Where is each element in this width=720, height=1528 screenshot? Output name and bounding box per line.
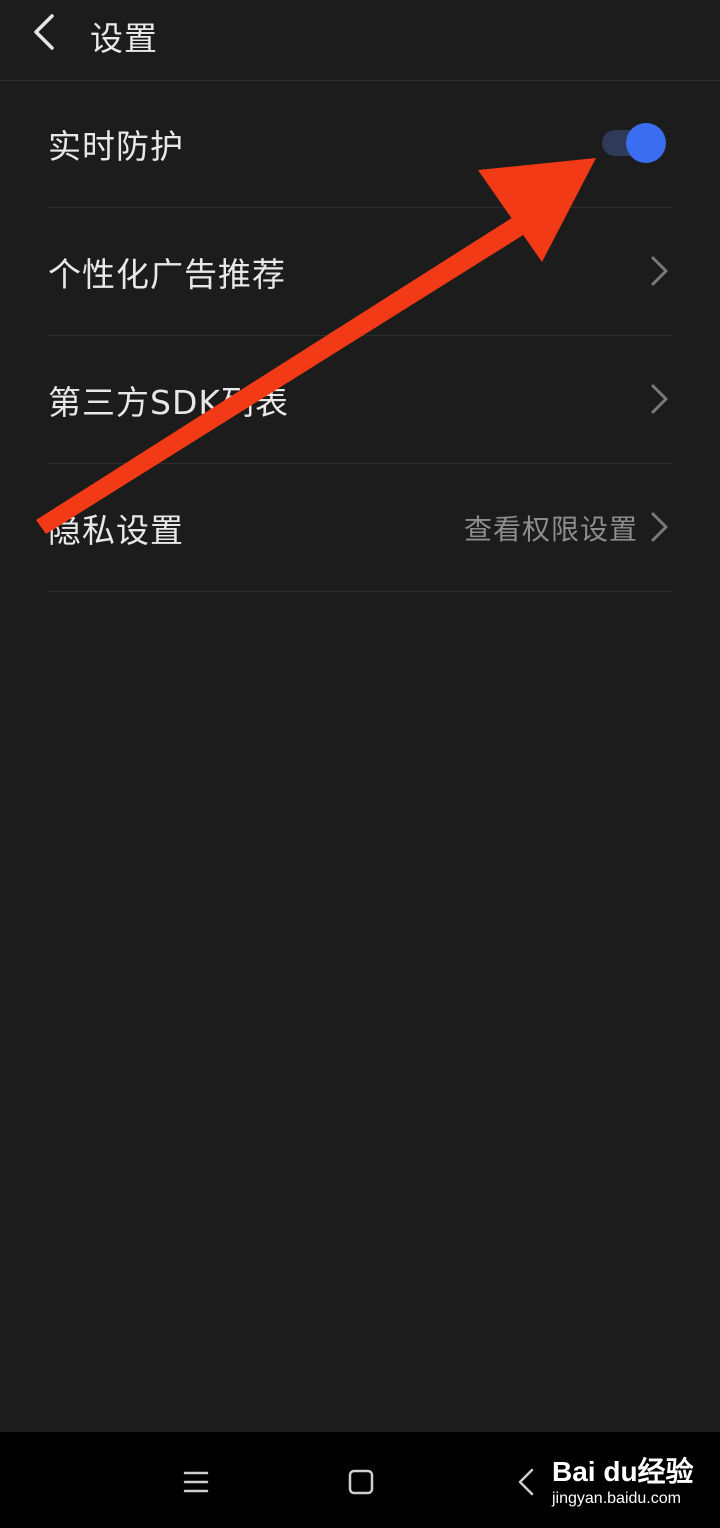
watermark-brand: Bai du经验 bbox=[552, 1456, 694, 1487]
back-button[interactable] bbox=[24, 8, 68, 56]
chevron-right-icon bbox=[651, 512, 668, 542]
setting-row-realtime-protection: 实时防护 bbox=[48, 80, 672, 208]
realtime-protection-toggle[interactable] bbox=[602, 123, 666, 163]
setting-row-personalized-ads[interactable]: 个性化广告推荐 bbox=[48, 208, 672, 336]
chevron-right-icon bbox=[651, 256, 668, 286]
system-back-button[interactable] bbox=[508, 1462, 548, 1502]
toggle-knob bbox=[626, 123, 666, 163]
setting-label: 隐私设置 bbox=[48, 511, 184, 550]
page-title: 设置 bbox=[90, 19, 158, 58]
top-bar: 设置 bbox=[0, 0, 720, 81]
chevron-right-icon bbox=[651, 384, 668, 414]
back-chevron-icon bbox=[34, 14, 54, 50]
baidu-jingyan-watermark: Bai du经验 jingyan.baidu.com bbox=[552, 1450, 712, 1520]
recent-apps-button[interactable] bbox=[176, 1462, 216, 1502]
watermark-url: jingyan.baidu.com bbox=[552, 1490, 681, 1507]
settings-screen: 设置 实时防护 个性化广告推荐 第三方SDK列表 隐私设置 查看权限设置 Bai… bbox=[0, 0, 720, 1528]
setting-label: 第三方SDK列表 bbox=[48, 383, 289, 422]
system-nav-bar: Bai du经验 jingyan.baidu.com bbox=[0, 1432, 720, 1528]
home-square-icon bbox=[348, 1469, 374, 1495]
setting-label: 个性化广告推荐 bbox=[48, 255, 286, 294]
back-chevron-icon bbox=[518, 1468, 534, 1496]
setting-value: 查看权限设置 bbox=[463, 513, 638, 546]
setting-row-privacy[interactable]: 隐私设置 查看权限设置 bbox=[48, 464, 672, 592]
setting-label: 实时防护 bbox=[48, 127, 184, 166]
menu-icon bbox=[183, 1471, 209, 1493]
home-button[interactable] bbox=[341, 1462, 381, 1502]
setting-row-third-party-sdk[interactable]: 第三方SDK列表 bbox=[48, 336, 672, 464]
